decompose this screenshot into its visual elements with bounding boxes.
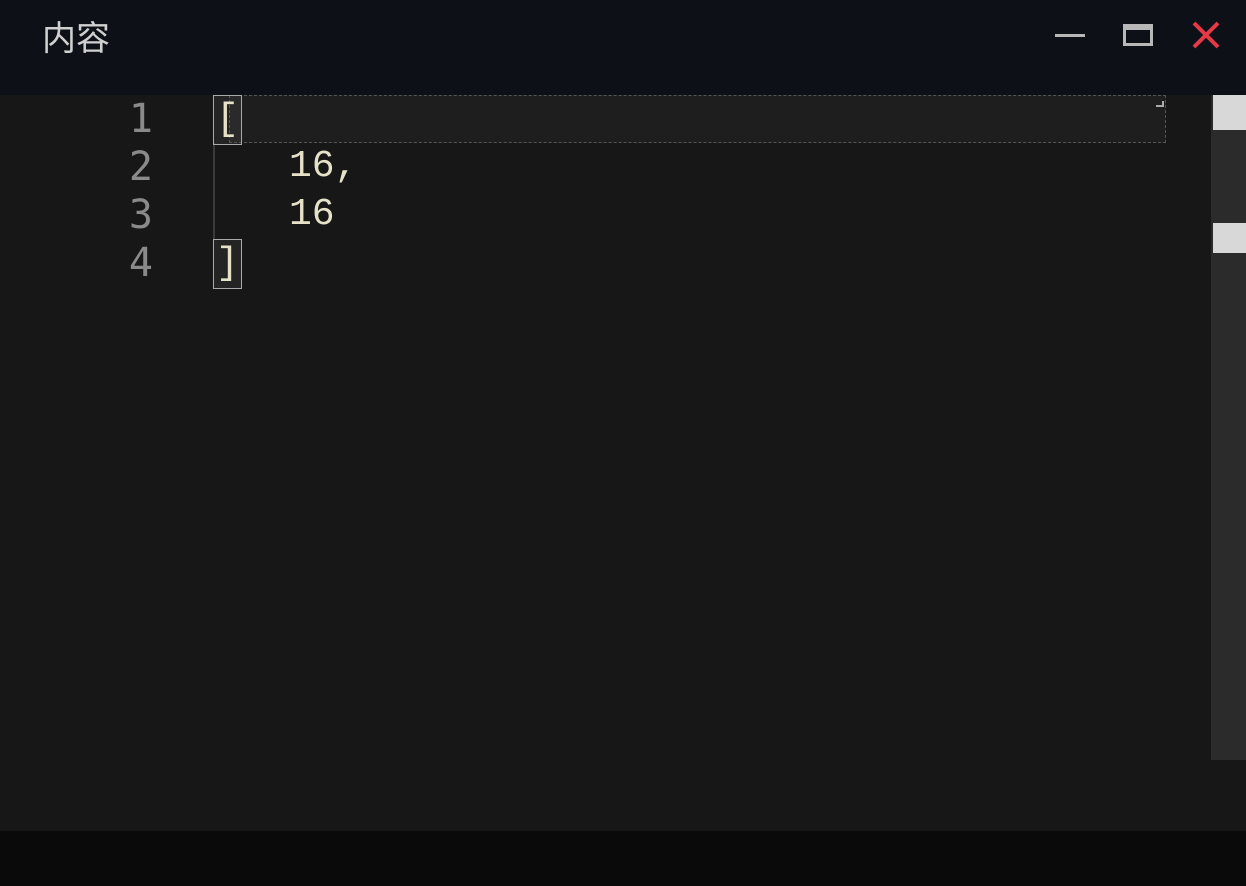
close-icon [1191, 20, 1221, 50]
code-line-3[interactable]: 16 [213, 191, 1246, 239]
bracket-open: [ [213, 95, 242, 145]
title-bar: 内容 [0, 0, 1246, 70]
indent-guide [213, 191, 215, 239]
bottom-bar [0, 831, 1246, 886]
window-controls [1050, 15, 1226, 55]
line-number: 1 [0, 95, 153, 143]
close-button[interactable] [1186, 15, 1226, 55]
line-number-gutter: 1 2 3 4 [0, 95, 213, 886]
scrollbar-thumb[interactable] [1213, 95, 1246, 130]
code-text: 16, [289, 145, 357, 188]
indent-guide [213, 143, 215, 191]
window-title: 内容 [42, 11, 110, 60]
line-number: 2 [0, 143, 153, 191]
editor-area[interactable]: 1 2 3 4 [ 16, 16 ] [0, 95, 1246, 886]
code-text: 16 [289, 193, 335, 236]
code-line-4[interactable]: ] [213, 239, 1246, 287]
code-line-2[interactable]: 16, [213, 143, 1246, 191]
minimize-button[interactable] [1050, 15, 1090, 55]
code-content[interactable]: [ 16, 16 ] [213, 95, 1246, 886]
line-number: 3 [0, 191, 153, 239]
maximize-button[interactable] [1118, 15, 1158, 55]
minimize-icon [1055, 34, 1085, 37]
bracket-close: ] [213, 239, 242, 289]
code-line-1[interactable]: [ [213, 95, 1246, 143]
vertical-scrollbar[interactable] [1211, 95, 1246, 760]
maximize-icon [1123, 24, 1153, 46]
line-number: 4 [0, 239, 153, 287]
minimap-highlight[interactable] [1213, 223, 1246, 253]
cursor-indicator [1156, 101, 1164, 107]
